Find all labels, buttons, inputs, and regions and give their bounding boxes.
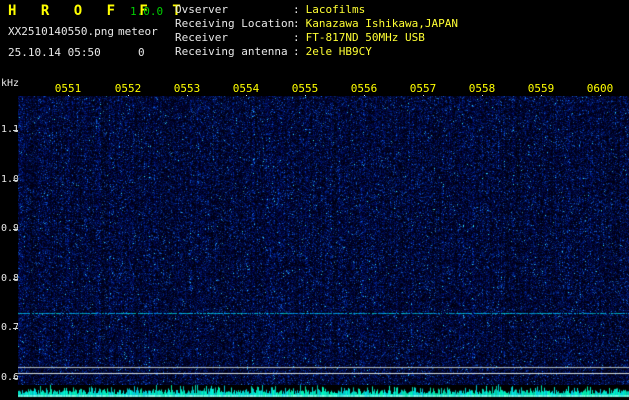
time-label: 0556 [351,82,378,95]
info-colon: : [293,45,300,58]
output-filename: XX2510140550.png [8,25,114,38]
info-value: FT-817ND 50MHz USB [306,31,425,44]
info-row-observer: Ovserver: Lacofilms [175,3,458,17]
meteor-count: 0 [138,46,145,59]
info-value: Kanazawa Ishikawa,JAPAN [306,17,458,30]
info-value: Lacofilms [306,3,366,16]
info-label: Receiving antenna [175,45,293,59]
time-label: 0551 [55,82,82,95]
signal-level-canvas [18,384,629,400]
time-label: 0557 [410,82,437,95]
time-label: 0559 [528,82,555,95]
mode-label: meteor [118,25,158,38]
info-value: 2ele HB9CY [306,45,372,58]
info-row-antenna: Receiving antenna:2ele HB9CY [175,45,458,59]
time-label: 0555 [292,82,319,95]
freq-unit-label: kHz [1,78,19,89]
time-label: 0600 [587,82,614,95]
info-colon: : [293,3,300,16]
time-label: 0554 [233,82,260,95]
info-label: Receiving Location [175,17,293,31]
observation-datetime: 25.10.14 05:50 [8,46,101,59]
info-label: Ovserver [175,3,293,17]
app-version: 1.0.0 [130,5,163,18]
info-row-location: Receiving Location: Kanazawa Ishikawa,JAP… [175,17,458,31]
station-info: Ovserver: Lacofilms Receiving Location: Ka… [175,3,458,59]
info-colon: : [293,17,300,30]
info-colon: : [293,31,300,44]
time-label: 0552 [115,82,142,95]
info-row-receiver: Receiver: FT-817ND 50MHz USB [175,31,458,45]
time-label: 0553 [174,82,201,95]
hrofft-output-window: H R O F F T 1.0.0 XX2510140550.png meteo… [0,0,629,400]
time-label: 0558 [469,82,496,95]
info-label: Receiver [175,31,293,45]
spectrogram-canvas [18,96,629,385]
